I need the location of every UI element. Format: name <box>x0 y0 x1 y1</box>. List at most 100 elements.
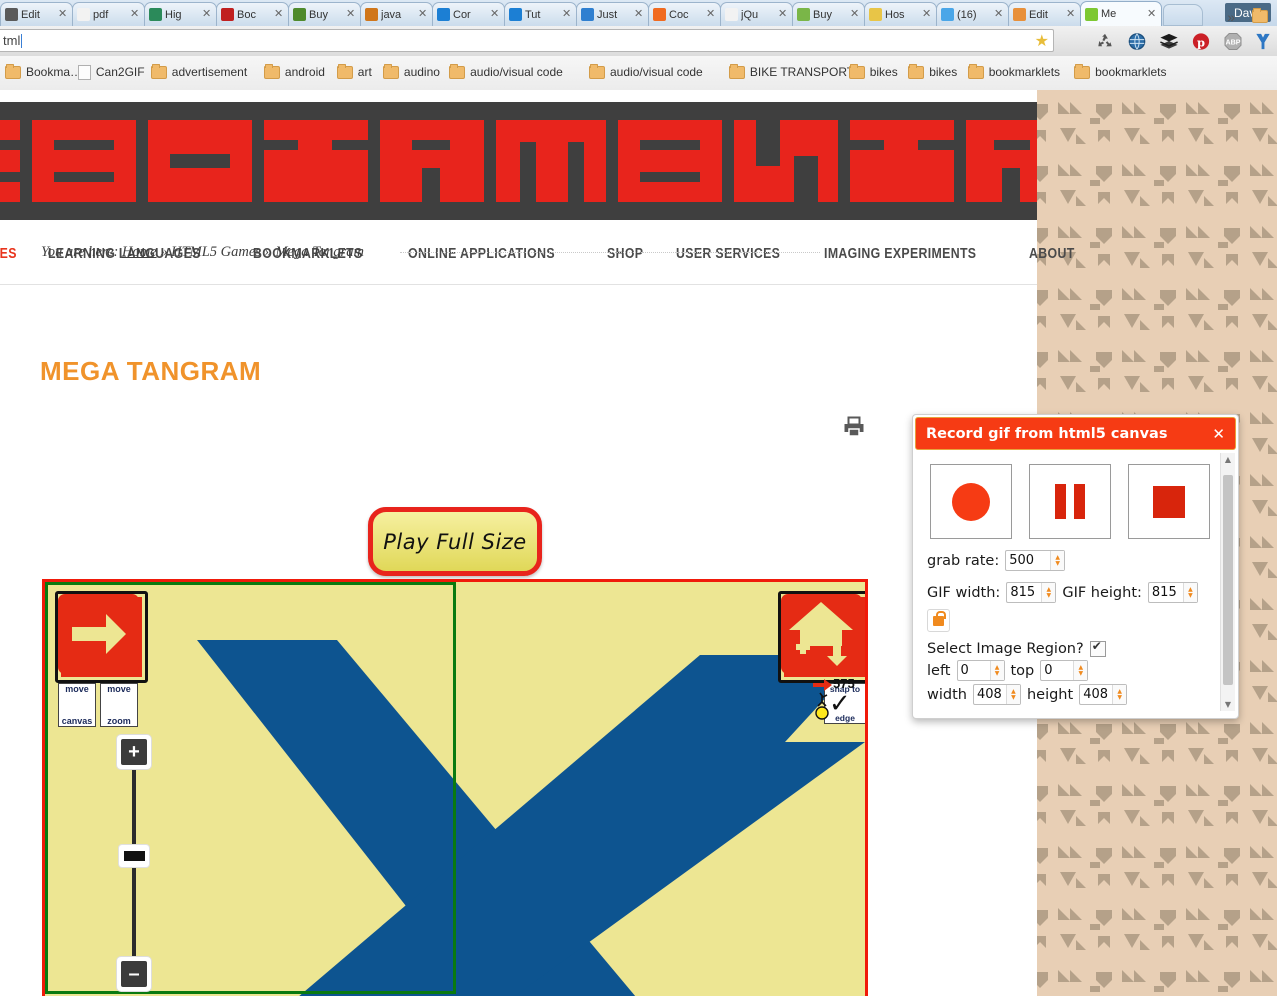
select-region-checkbox[interactable] <box>1089 639 1106 657</box>
close-icon[interactable]: ✕ <box>418 9 428 20</box>
browser-tab-6[interactable]: Cor ✕ <box>432 2 505 26</box>
bookmark-item-12[interactable]: bookmarklets <box>1071 62 1169 82</box>
bookmark-item-3[interactable]: android <box>261 62 328 82</box>
lock-aspect-ratio-button[interactable] <box>927 609 950 632</box>
close-icon[interactable]: ✕ <box>1147 8 1157 20</box>
bookmark-item-7[interactable]: audio/visual code <box>586 62 706 82</box>
new-tab-button[interactable] <box>1163 4 1203 26</box>
recycle-icon[interactable] <box>1094 31 1116 52</box>
close-icon[interactable]: ✕ <box>274 9 284 20</box>
ejectamenta-link[interactable]: www.ejectamenta.com <box>927 717 1087 718</box>
layers-icon[interactable] <box>1158 31 1180 52</box>
region-height-stepper[interactable]: ▲▼ <box>1079 684 1128 705</box>
close-icon[interactable]: ✕ <box>706 9 716 20</box>
site-logo-banner[interactable] <box>0 102 1037 220</box>
pause-button[interactable] <box>1029 464 1111 539</box>
nav-item-online-applications[interactable]: ONLINE APPLICATIONS <box>397 246 566 262</box>
bookmark-item-2[interactable]: advertisement <box>148 62 250 82</box>
adblock-icon[interactable]: ABP <box>1222 31 1244 52</box>
gif-width-stepper[interactable]: ▲▼ <box>1006 582 1057 603</box>
move-zoom-label[interactable]: move zoom <box>100 683 138 727</box>
bookmark-item-extra[interactable] <box>1249 6 1271 26</box>
bookmark-item-11[interactable]: bookmarklets <box>965 62 1063 82</box>
browser-tab-3[interactable]: Boc ✕ <box>216 2 289 26</box>
close-icon[interactable]: ✕ <box>850 9 860 20</box>
region-height-arrows[interactable]: ▲ ▼ <box>1112 685 1127 704</box>
region-top-stepper[interactable]: ▲▼ <box>1040 660 1089 681</box>
move-tool-button[interactable] <box>55 591 148 683</box>
browser-tab-15[interactable]: Me ✕ <box>1080 1 1162 26</box>
region-width-stepper[interactable]: ▲▼ <box>972 684 1021 705</box>
region-top-arrows[interactable]: ▲ ▼ <box>1073 661 1088 680</box>
bookmark-item-10[interactable]: bikes <box>905 62 960 82</box>
browser-tab-5[interactable]: java ✕ <box>360 2 433 26</box>
play-full-size-button[interactable]: Play Full Size <box>368 507 542 576</box>
gif-dialog-titlebar[interactable]: Record gif from html5 canvas ✕ <box>915 417 1236 450</box>
close-icon[interactable]: ✕ <box>634 9 644 20</box>
close-icon[interactable]: ✕ <box>922 9 932 20</box>
bookmark-item-1[interactable]: Can2GIF <box>75 62 148 82</box>
browser-tab-7[interactable]: Tut ✕ <box>504 2 577 26</box>
browser-tab-14[interactable]: Edit ✕ <box>1008 2 1081 26</box>
region-left-input[interactable] <box>957 661 990 680</box>
bookmarks-overflow-button[interactable]: » <box>1227 9 1235 25</box>
gif-height-input[interactable] <box>1148 583 1183 602</box>
browser-tab-12[interactable]: Hos ✕ <box>864 2 937 26</box>
zoom-in-button[interactable]: + <box>117 735 151 769</box>
zoom-out-button[interactable]: – <box>117 957 151 991</box>
browser-tab-4[interactable]: Buy ✕ <box>288 2 361 26</box>
browser-tab-9[interactable]: Coc ✕ <box>648 2 721 26</box>
region-left-stepper[interactable]: ▲▼ <box>956 660 1005 681</box>
bookmark-star-icon[interactable]: ★ <box>1035 33 1049 50</box>
bookmark-item-6[interactable]: audio/visual code <box>446 62 566 82</box>
region-height-input[interactable] <box>1080 685 1113 704</box>
region-left-arrows[interactable]: ▲ ▼ <box>989 661 1004 680</box>
bookmark-item-5[interactable]: audino <box>380 62 443 82</box>
browser-tab-10[interactable]: jQu ✕ <box>720 2 793 26</box>
close-icon[interactable]: ✕ <box>1212 425 1225 443</box>
close-icon[interactable]: ✕ <box>490 9 500 20</box>
record-button[interactable] <box>930 464 1012 539</box>
print-icon[interactable] <box>842 416 866 438</box>
region-width-arrows[interactable]: ▲ ▼ <box>1005 685 1020 704</box>
stop-button[interactable] <box>1128 464 1210 539</box>
grab-rate-input[interactable] <box>1006 551 1051 570</box>
nav-item-about[interactable]: ABOUT <box>1018 246 1086 262</box>
browser-tab-0[interactable]: Edit ✕ <box>0 2 73 26</box>
bookmark-item-9[interactable]: bikes <box>846 62 901 82</box>
close-icon[interactable]: ✕ <box>1066 9 1076 20</box>
close-icon[interactable]: ✕ <box>346 9 356 20</box>
close-icon[interactable]: ✕ <box>994 9 1004 20</box>
region-width-input[interactable] <box>973 685 1006 704</box>
pinterest-icon[interactable]: p <box>1190 31 1212 52</box>
nav-item-user-services[interactable]: USER SERVICES <box>665 246 791 262</box>
scroll-down-arrow-icon[interactable]: ▼ <box>1221 698 1235 711</box>
home-reset-button[interactable] <box>778 591 865 683</box>
browser-tab-11[interactable]: Buy ✕ <box>792 2 865 26</box>
close-icon[interactable]: ✕ <box>202 9 212 20</box>
bookmark-item-4[interactable]: art <box>334 62 375 82</box>
gif-recorder-dialog[interactable]: Record gif from html5 canvas ✕ grab rate… <box>912 414 1239 719</box>
gif-height-arrows[interactable]: ▲ ▼ <box>1182 583 1197 602</box>
scrollbar-thumb[interactable] <box>1223 475 1233 685</box>
bookmark-item-8[interactable]: BIKE TRANSPORT <box>726 62 857 82</box>
nav-item-mes[interactable]: MES <box>0 246 28 262</box>
globe-icon[interactable] <box>1126 31 1148 52</box>
tangram-game-canvas[interactable]: move canvas move zoom snap to edge ✓ 575 <box>42 579 868 996</box>
browser-tab-2[interactable]: Hig ✕ <box>144 2 217 26</box>
address-bar[interactable]: tml ★ <box>0 29 1054 52</box>
gif-width-input[interactable] <box>1007 583 1042 602</box>
browser-tab-1[interactable]: pdf ✕ <box>72 2 145 26</box>
region-top-input[interactable] <box>1041 661 1074 680</box>
close-icon[interactable]: ✕ <box>130 9 140 20</box>
nav-item-imaging-experiments[interactable]: IMAGING EXPERIMENTS <box>813 246 987 262</box>
grab-rate-stepper[interactable]: ▲▼ <box>1005 550 1066 571</box>
scroll-up-arrow-icon[interactable]: ▲ <box>1221 453 1235 466</box>
zoom-slider-handle[interactable] <box>119 845 149 867</box>
zoom-slider[interactable]: + – <box>117 735 151 991</box>
gif-dialog-scrollbar[interactable]: ▲ ▼ <box>1220 453 1235 711</box>
breadcrumb-home-link[interactable]: Home <box>122 244 157 260</box>
gif-width-arrows[interactable]: ▲ ▼ <box>1041 583 1056 602</box>
yandex-icon[interactable] <box>1252 31 1274 52</box>
close-icon[interactable]: ✕ <box>778 9 788 20</box>
